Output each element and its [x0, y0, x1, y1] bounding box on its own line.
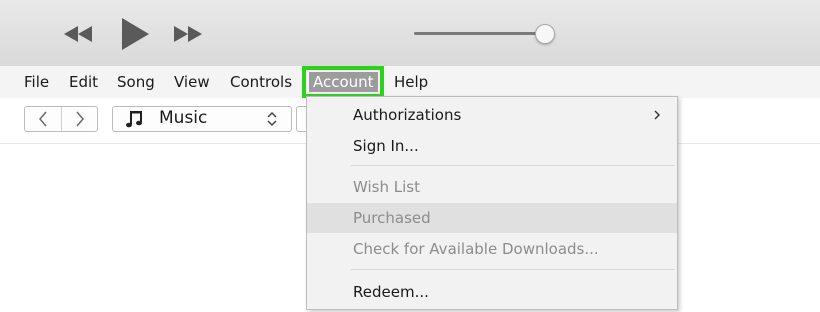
menu-help[interactable]: Help	[392, 72, 430, 92]
menu-file[interactable]: File	[22, 72, 51, 92]
account-dropdown-menu: Authorizations Sign In... Wish List Purc…	[306, 96, 678, 310]
volume-knob[interactable]	[535, 24, 555, 44]
fast-forward-icon[interactable]	[172, 26, 206, 42]
forward-button[interactable]	[62, 107, 98, 131]
back-button[interactable]	[25, 107, 62, 131]
menu-separator	[351, 269, 675, 270]
volume-slider[interactable]	[414, 32, 546, 35]
up-down-arrows-icon	[267, 110, 277, 133]
menu-separator	[351, 165, 675, 166]
menu-bar: File Edit Song View Controls Account Hel…	[0, 66, 820, 98]
menu-item-redeem[interactable]: Redeem...	[307, 277, 677, 307]
player-bar	[0, 0, 820, 66]
chevron-left-icon	[39, 111, 47, 127]
menu-item-sign-in[interactable]: Sign In...	[307, 131, 677, 161]
menu-controls[interactable]: Controls	[228, 72, 294, 92]
menu-song[interactable]: Song	[115, 72, 157, 92]
menu-edit[interactable]: Edit	[67, 72, 100, 92]
media-type-label: Music	[159, 108, 208, 128]
menu-view[interactable]: View	[172, 72, 212, 92]
menu-item-wish-list: Wish List	[353, 178, 420, 196]
nav-buttons	[24, 106, 98, 132]
media-type-select[interactable]: Music	[112, 106, 292, 132]
menu-item-purchased: Purchased	[307, 203, 677, 233]
music-note-icon	[125, 109, 145, 134]
chevron-right-icon	[76, 111, 84, 127]
play-icon[interactable]	[120, 18, 150, 50]
rewind-icon[interactable]	[62, 26, 96, 42]
account-highlight-box	[302, 66, 384, 98]
menu-item-authorizations[interactable]: Authorizations	[307, 100, 677, 130]
menu-item-check-downloads: Check for Available Downloads...	[353, 240, 599, 258]
